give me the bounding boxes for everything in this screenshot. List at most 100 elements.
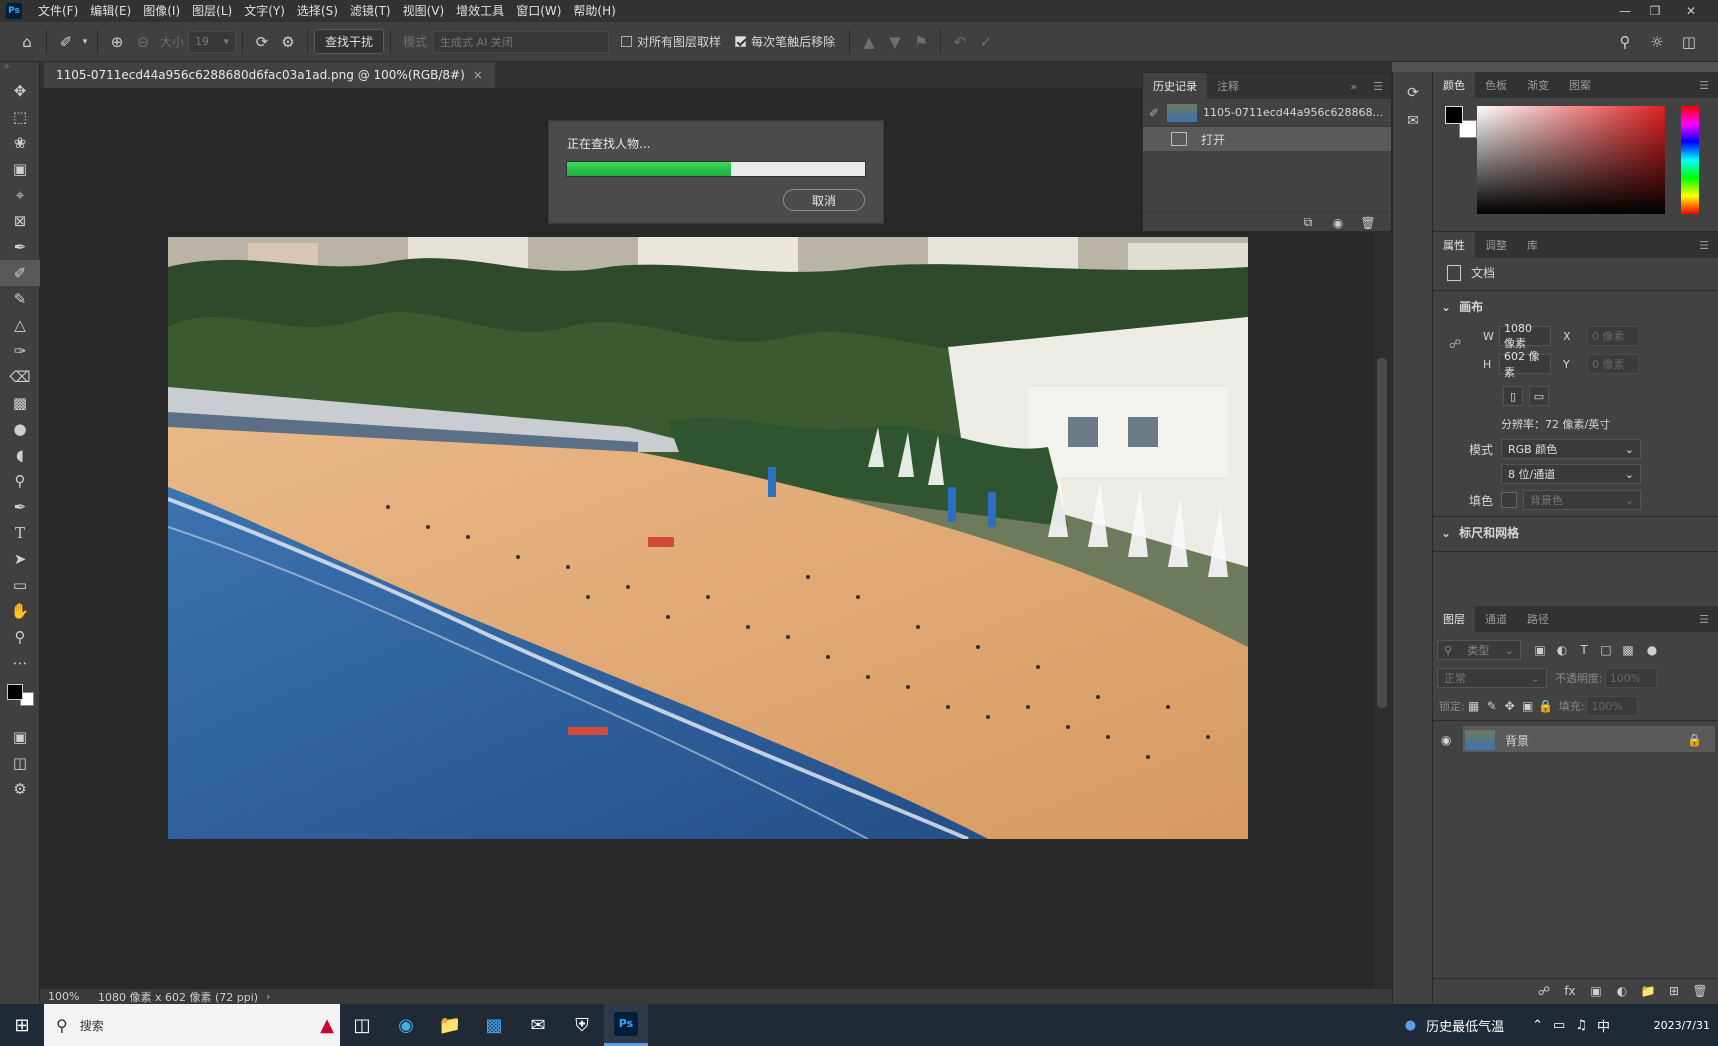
comments-icon[interactable]: ✉ bbox=[1404, 112, 1422, 130]
layer-fill-input[interactable]: 100% bbox=[1586, 696, 1639, 716]
eraser-tool-icon[interactable]: ⌫ bbox=[0, 364, 40, 390]
tab-history[interactable]: 历史记录 bbox=[1143, 73, 1207, 99]
edit-toolbar-icon[interactable]: ⚙ bbox=[0, 776, 40, 802]
foreground-color-swatch[interactable] bbox=[1445, 106, 1463, 124]
trash-icon[interactable]: 🗑 bbox=[1359, 214, 1377, 232]
visibility-eye-icon[interactable]: ◉ bbox=[1441, 733, 1465, 747]
find-distractions-button[interactable]: 查找干扰 bbox=[314, 29, 385, 54]
menu-item-9[interactable]: 窗口(W) bbox=[510, 0, 567, 22]
panel-menu-icon[interactable]: ☰ bbox=[1689, 72, 1718, 98]
undo-icon[interactable]: ↶ bbox=[947, 29, 973, 55]
more-tools-icon[interactable]: ⋯ bbox=[0, 650, 40, 676]
sample-all-layers-checkbox[interactable] bbox=[621, 36, 633, 47]
photoshop-taskbar-icon[interactable]: Ps bbox=[604, 1004, 648, 1046]
home-icon[interactable]: ⌂ bbox=[14, 29, 40, 55]
history-panel-icon[interactable]: ⟳ bbox=[1404, 84, 1422, 102]
hue-slider[interactable] bbox=[1681, 106, 1699, 214]
new-layer-icon[interactable]: ⊞ bbox=[1665, 982, 1683, 1000]
flag-icon[interactable]: ⚑ bbox=[908, 29, 934, 55]
marquee-tool-icon[interactable]: ⬚ bbox=[0, 104, 40, 130]
commit-check-icon[interactable]: ✓ bbox=[973, 29, 999, 55]
gradient-tool-icon[interactable]: ▩ bbox=[0, 390, 40, 416]
bit-depth-select[interactable]: 8 位/通道 ⌄ bbox=[1501, 464, 1641, 484]
zoom-tool-icon[interactable]: ⚲ bbox=[0, 624, 40, 650]
chevron-down-icon[interactable]: ▾ bbox=[79, 29, 91, 55]
trash-icon[interactable]: 🗑 bbox=[1691, 982, 1709, 1000]
brush-tool-icon[interactable]: ✎ bbox=[0, 286, 40, 312]
history-snapshot[interactable]: ✐ 1105-0711ecd44a956c628868... bbox=[1143, 99, 1391, 127]
rectangle-tool-icon[interactable]: ▭ bbox=[0, 572, 40, 598]
document-tab[interactable]: 1105-0711ecd44a956c6288680d6fac03a1ad.pn… bbox=[44, 62, 495, 88]
menu-item-10[interactable]: 帮助(H) bbox=[567, 0, 621, 22]
clock-date[interactable]: 2023/7/31 bbox=[1620, 1019, 1710, 1032]
search-icon[interactable]: ⚲ bbox=[1612, 29, 1638, 55]
history-brush-tool-icon[interactable]: ✑ bbox=[0, 338, 40, 364]
filter-toggle-icon[interactable]: ● bbox=[1643, 641, 1661, 659]
size-input[interactable]: 19 ▾ bbox=[188, 30, 237, 53]
y-input[interactable]: 0 像素 bbox=[1587, 354, 1639, 374]
workspace-icon[interactable]: ◫ bbox=[1676, 29, 1702, 55]
crop-tool-icon[interactable]: ⌖ bbox=[0, 182, 40, 208]
path-select-tool-icon[interactable]: ➤ bbox=[0, 546, 40, 572]
lock-all-icon[interactable]: 🔒 bbox=[1537, 697, 1555, 715]
blur-tool-icon[interactable]: ● bbox=[0, 416, 40, 442]
taskbar-search-box[interactable]: ⚲ 搜索 ▲ bbox=[44, 1004, 340, 1046]
remove-after-stroke-option[interactable]: 每次笔触后移除 bbox=[735, 33, 835, 50]
discover-lightbulb-icon[interactable]: ☼ bbox=[1644, 29, 1670, 55]
filter-smart-object-icon[interactable]: ▩ bbox=[1619, 641, 1637, 659]
opacity-input[interactable]: 100% bbox=[1604, 668, 1657, 688]
zoom-level[interactable]: 100% bbox=[48, 990, 98, 1003]
input-method-indicator[interactable]: 中 bbox=[1597, 1016, 1610, 1035]
new-group-icon[interactable]: 📁 bbox=[1639, 982, 1657, 1000]
file-explorer-icon[interactable]: 📁 bbox=[428, 1004, 472, 1046]
tab-layers[interactable]: 图层 bbox=[1433, 606, 1475, 632]
beach-photo[interactable] bbox=[168, 237, 1248, 839]
layer-filter-select[interactable]: ⚲ 类型 ⌄ bbox=[1437, 640, 1521, 660]
menu-item-4[interactable]: 文字(Y) bbox=[238, 0, 291, 22]
sample-all-layers-option[interactable]: 对所有图层取样 bbox=[621, 33, 721, 50]
eyedropper-tool-icon[interactable]: ✒ bbox=[0, 234, 40, 260]
close-tab-icon[interactable]: × bbox=[473, 68, 483, 82]
filter-pixel-icon[interactable]: ▣ bbox=[1531, 641, 1549, 659]
move-tool-icon[interactable]: ✥ bbox=[0, 78, 40, 104]
blend-mode-select[interactable]: 正常 ⌄ bbox=[1437, 668, 1547, 688]
lock-brush-icon[interactable]: ✎ bbox=[1483, 697, 1501, 715]
color-swatches[interactable] bbox=[0, 676, 39, 724]
link-dimensions-icon[interactable]: ☍ bbox=[1449, 337, 1461, 351]
tab-libraries[interactable]: 库 bbox=[1517, 232, 1548, 258]
mode-select[interactable]: 生成式 AI 关闭 bbox=[433, 30, 610, 53]
link-layers-icon[interactable]: ☍ bbox=[1535, 982, 1553, 1000]
add-mask-icon[interactable]: ▣ bbox=[1587, 982, 1605, 1000]
filter-type-icon[interactable]: T bbox=[1575, 641, 1593, 659]
tab-gradients[interactable]: 渐变 bbox=[1517, 72, 1559, 98]
tab-notes[interactable]: 注释 bbox=[1207, 73, 1249, 99]
stamp-tool-icon[interactable]: △ bbox=[0, 312, 40, 338]
menu-item-2[interactable]: 图像(I) bbox=[137, 0, 186, 22]
screen-mode-icon[interactable]: ◫ bbox=[0, 750, 40, 776]
collapse-panel-icon[interactable]: » bbox=[1342, 73, 1365, 99]
weather-text[interactable]: 历史最低气温 bbox=[1426, 1016, 1504, 1035]
frame-tool-icon[interactable]: ⊠ bbox=[0, 208, 40, 234]
portrait-orientation-icon[interactable]: ▯ bbox=[1503, 386, 1523, 406]
x-input[interactable]: 0 像素 bbox=[1587, 326, 1639, 346]
camera-snapshot-icon[interactable]: ◉ bbox=[1329, 214, 1347, 232]
microsoft-store-icon[interactable]: ▩ bbox=[472, 1004, 516, 1046]
lock-transparent-icon[interactable]: ▦ bbox=[1465, 697, 1483, 715]
fill-select[interactable]: 背景色 ⌄ bbox=[1523, 490, 1641, 510]
volume-icon[interactable]: ♫ bbox=[1575, 1018, 1587, 1033]
mail-icon[interactable]: ✉ bbox=[516, 1004, 560, 1046]
tab-adjustments[interactable]: 调整 bbox=[1475, 232, 1517, 258]
lock-position-icon[interactable]: ✥ bbox=[1501, 697, 1519, 715]
brush-subtract-icon[interactable]: ⊖ bbox=[130, 29, 156, 55]
adjustment-layer-icon[interactable]: ◐ bbox=[1613, 982, 1631, 1000]
menu-item-6[interactable]: 滤镜(T) bbox=[344, 0, 397, 22]
foreground-color-swatch[interactable] bbox=[7, 684, 23, 700]
menu-item-1[interactable]: 编辑(E) bbox=[84, 0, 137, 22]
menu-item-7[interactable]: 视图(V) bbox=[397, 0, 451, 22]
menu-item-8[interactable]: 增效工具 bbox=[450, 0, 510, 22]
history-step[interactable]: 打开 bbox=[1143, 127, 1391, 151]
cancel-button[interactable]: 取消 bbox=[783, 189, 865, 211]
tab-channels[interactable]: 通道 bbox=[1475, 606, 1517, 632]
edge-browser-icon[interactable]: ◉ bbox=[384, 1004, 428, 1046]
color-field[interactable] bbox=[1477, 106, 1665, 214]
